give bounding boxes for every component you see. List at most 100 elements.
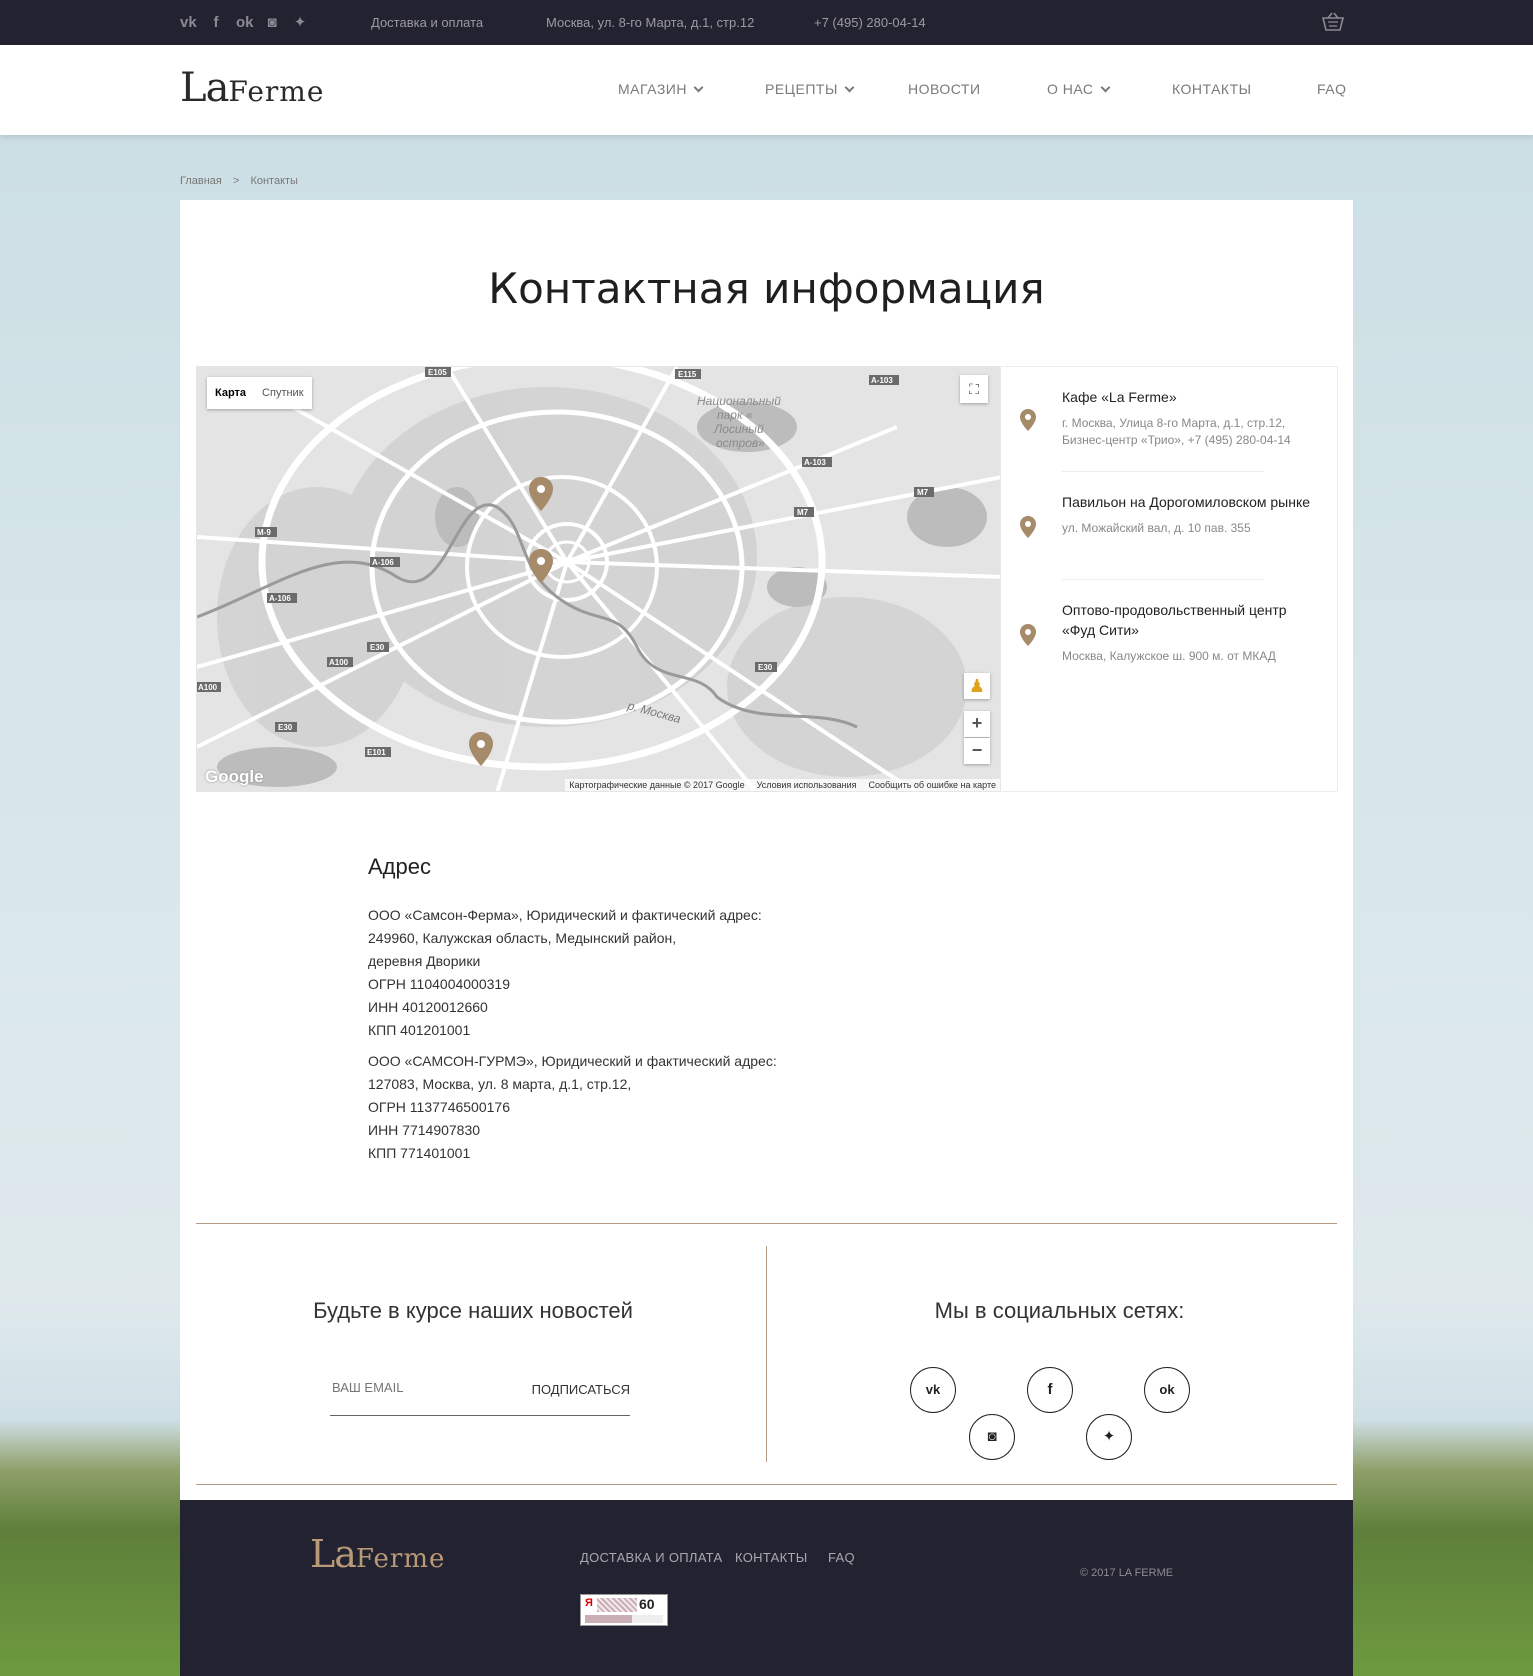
- map-tab-map[interactable]: Карта: [207, 377, 254, 409]
- odnoklassniki-icon[interactable]: ok: [236, 14, 254, 32]
- footer-link-delivery[interactable]: ДОСТАВКА И ОПЛАТА: [580, 1550, 722, 1565]
- road-label: A100: [329, 658, 349, 667]
- location-item[interactable]: Кафе «La Ferme» г. Москва, Улица 8-го Ма…: [1062, 387, 1312, 449]
- road-label: M7: [917, 488, 929, 497]
- road-label: A-106: [269, 594, 291, 603]
- map-credits: Картографические данные © 2017 Google Ус…: [565, 779, 1000, 791]
- email-input[interactable]: [330, 1370, 520, 1405]
- facebook-icon[interactable]: f: [208, 14, 224, 32]
- address-line: деревня Дворики: [368, 953, 481, 969]
- top-address: Москва, ул. 8-го Марта, д.1, стр.12: [546, 15, 755, 30]
- road-label: E30: [758, 663, 773, 672]
- address-line: ОГРН 1104004000319: [368, 976, 510, 992]
- breadcrumb-home[interactable]: Главная: [180, 175, 222, 187]
- delivery-link[interactable]: Доставка и оплата: [371, 15, 483, 30]
- address-line: 127083, Москва, ул. 8 марта, д.1, стр.12…: [368, 1076, 632, 1092]
- instagram-icon[interactable]: ◙: [969, 1414, 1015, 1460]
- top-bar: vk f ok ◙ ✦ Доставка и оплата Москва, ул…: [0, 0, 1533, 45]
- chevron-down-icon: [693, 82, 704, 93]
- footer-link-contacts[interactable]: КОНТАКТЫ: [735, 1550, 808, 1565]
- nav-item-news[interactable]: НОВОСТИ: [908, 81, 981, 97]
- site-footer: LaFerme ДОСТАВКА И ОПЛАТА КОНТАКТЫ FAQ ©…: [180, 1500, 1353, 1676]
- map-tab-satellite[interactable]: Спутник: [254, 377, 311, 409]
- top-social-links: vk f ok ◙ ✦: [180, 14, 308, 32]
- nav-contacts-label: КОНТАКТЫ: [1172, 81, 1252, 97]
- vk-icon[interactable]: vk: [180, 14, 197, 32]
- map-type-toggle: Карта Спутник: [207, 377, 312, 409]
- street-view-pegman-icon[interactable]: ♟: [964, 673, 990, 699]
- nav-item-contacts[interactable]: КОНТАКТЫ: [1172, 81, 1252, 97]
- breadcrumb-current: Контакты: [250, 175, 298, 187]
- road-label: A-106: [372, 558, 394, 567]
- road-label: M7: [797, 508, 809, 517]
- road-label: A-103: [871, 376, 893, 385]
- location-name: Кафе «La Ferme»: [1062, 389, 1177, 405]
- address-section: Адрес ООО «Самсон-Ферма», Юридический и …: [368, 854, 968, 1165]
- zoom-in-button[interactable]: +: [964, 711, 990, 737]
- location-name: Павильон на Дорогомиловском рынке: [1062, 494, 1311, 510]
- logo-la: La: [180, 65, 229, 111]
- nav-shop-label: МАГАЗИН: [618, 81, 687, 97]
- location-divider: [1062, 471, 1264, 472]
- counter-pattern: [597, 1598, 637, 1612]
- facebook-icon[interactable]: f: [1027, 1367, 1073, 1413]
- address-line: ОГРН 1137746500176: [368, 1099, 510, 1115]
- twitter-icon[interactable]: ✦: [1086, 1414, 1132, 1460]
- fullscreen-icon[interactable]: ⛶: [960, 375, 988, 403]
- location-address: Москва, Калужское ш. 900 м. от МКАД: [1062, 649, 1276, 663]
- top-phone[interactable]: +7 (495) 280-04-14: [814, 15, 926, 30]
- subscribe-form: ПОДПИСАТЬСЯ: [330, 1370, 630, 1416]
- nav-item-faq[interactable]: FAQ: [1317, 81, 1347, 97]
- map-park-label: остров»: [716, 436, 765, 450]
- road-label: A100: [198, 683, 218, 692]
- odnoklassniki-icon[interactable]: ok: [1144, 1367, 1190, 1413]
- subscribe-title: Будьте в курсе наших новостей: [313, 1298, 633, 1323]
- footer-link-faq[interactable]: FAQ: [828, 1550, 855, 1565]
- road-label: E105: [428, 368, 447, 377]
- road-label: M-9: [257, 528, 271, 537]
- twitter-icon[interactable]: ✦: [292, 14, 308, 32]
- nav-item-about[interactable]: О НАС: [1047, 81, 1110, 97]
- map-canvas[interactable]: E105 E115 A-103 A-103 M7 M7 M-9 A-106 A-…: [197, 367, 1001, 792]
- map-terms-link[interactable]: Условия использования: [757, 780, 857, 790]
- yandex-mark: Я: [585, 1597, 593, 1609]
- address-line: ИНН 7714907830: [368, 1122, 481, 1138]
- address-heading: Адрес: [368, 854, 431, 879]
- footer-logo-la: La: [310, 1532, 357, 1576]
- instagram-icon[interactable]: ◙: [264, 14, 280, 32]
- nav-faq-label: FAQ: [1317, 81, 1347, 97]
- address-line: КПП 401201001: [368, 1022, 471, 1038]
- map-park-label: Лосиный: [713, 422, 764, 436]
- google-logo[interactable]: Google: [205, 767, 264, 787]
- counter-value: 60: [639, 1596, 655, 1612]
- zoom-out-button[interactable]: −: [964, 738, 990, 764]
- nav-news-label: НОВОСТИ: [908, 81, 981, 97]
- map-report-link[interactable]: Сообщить об ошибке на карте: [869, 780, 996, 790]
- counter-bar: [585, 1615, 663, 1623]
- location-address: г. Москва, Улица 8-го Марта, д.1, стр.12…: [1062, 416, 1291, 447]
- vk-icon[interactable]: vk: [910, 1367, 956, 1413]
- locations-list: Кафе «La Ferme» г. Москва, Улица 8-го Ма…: [1002, 366, 1338, 792]
- address-line: 249960, Калужская область, Медынский рай…: [368, 930, 677, 946]
- address-line: КПП 771401001: [368, 1145, 471, 1161]
- nav-item-shop[interactable]: МАГАЗИН: [618, 81, 704, 97]
- nav-item-recipes[interactable]: РЕЦЕПТЫ: [765, 81, 855, 97]
- footer-logo[interactable]: LaFerme: [310, 1532, 445, 1576]
- location-name: Оптово-продовольственный центр «Фуд Сити…: [1062, 602, 1287, 638]
- location-pin-icon: [1020, 409, 1036, 431]
- basket-icon[interactable]: [1322, 12, 1344, 32]
- map-park-label: Национальный: [697, 394, 781, 408]
- chevron-down-icon: [1100, 82, 1110, 93]
- breadcrumb-separator: >: [232, 175, 240, 187]
- divider: [196, 1484, 1337, 1485]
- social-title: Мы в социальных сетях:: [934, 1298, 1185, 1323]
- subscribe-button[interactable]: ПОДПИСАТЬСЯ: [532, 1382, 630, 1397]
- logo[interactable]: LaFerme: [180, 65, 324, 111]
- nav-about-label: О НАС: [1047, 81, 1094, 97]
- yandex-counter-badge[interactable]: Я 60: [580, 1594, 668, 1626]
- road-label: A-103: [804, 458, 826, 467]
- location-item[interactable]: Оптово-продовольственный центр «Фуд Сити…: [1062, 600, 1312, 665]
- map[interactable]: E105 E115 A-103 A-103 M7 M7 M-9 A-106 A-…: [196, 366, 1001, 792]
- location-item[interactable]: Павильон на Дорогомиловском рынке ул. Мо…: [1062, 492, 1312, 537]
- vertical-divider: [766, 1246, 767, 1462]
